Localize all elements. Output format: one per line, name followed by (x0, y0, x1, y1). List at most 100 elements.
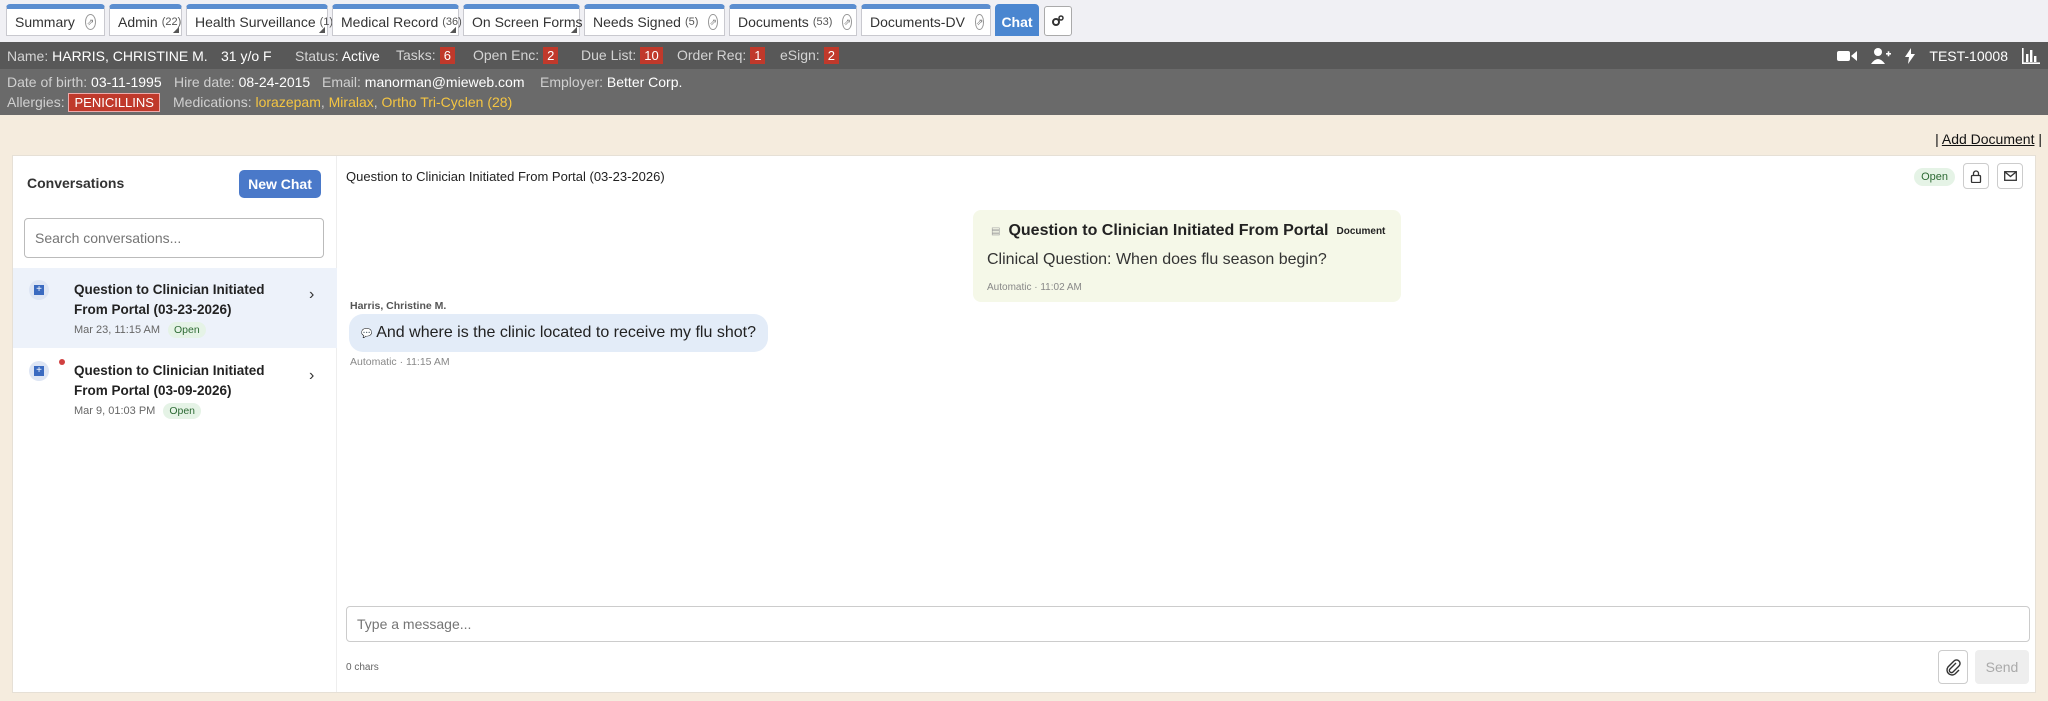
conversation-name: Question to Clinician Initiated From Por… (74, 282, 265, 317)
tab-documents[interactable]: Documents (53) ⇗ (729, 4, 857, 36)
message-sender: Harris, Christine M. (350, 300, 447, 312)
conversation-meta: Mar 23, 11:15 AM Open (74, 322, 206, 338)
envelope-icon (2003, 171, 2017, 181)
message-meta: Automatic · 11:15 AM (350, 356, 450, 368)
chat-status-badge: Open (1914, 168, 1955, 186)
patient-status: Status: Active (295, 47, 380, 64)
dropdown-corner-icon: ◢ (570, 25, 577, 34)
hire-date: Hire date: 08-24-2015 (174, 74, 311, 90)
add-document-link[interactable]: Add Document (1942, 131, 2035, 147)
banner-actions: TEST-10008 (1837, 42, 2048, 69)
tab-label: Admin (118, 14, 158, 30)
conversation-meta: Mar 9, 01:03 PM Open (74, 403, 202, 419)
patient-details: Date of birth: 03-11-1995 Hire date: 08-… (0, 69, 2048, 115)
add-document-bar: | Add Document | (1935, 131, 2042, 147)
document-header: ▤ Question to Clinician Initiated From P… (991, 222, 1385, 240)
order-req-count[interactable]: Order Req: 1 (677, 47, 766, 64)
conversation-name: Question to Clinician Initiated From Por… (74, 363, 265, 398)
tab-count: (53) (812, 16, 833, 28)
document-body: Clinical Question: When does flu season … (987, 251, 1327, 268)
lock-button[interactable] (1963, 163, 1989, 189)
conversation-item[interactable]: + Question to Clinician Initiated From P… (13, 268, 337, 348)
conversation-time: Mar 23, 11:15 AM (74, 324, 161, 336)
tab-chat[interactable]: Chat (995, 4, 1039, 36)
patient-age-sex: 31 y/o F (221, 47, 272, 64)
tab-medical-record[interactable]: Medical Record (36) ◢ (332, 4, 462, 36)
status-badge: Open (168, 322, 206, 338)
tab-label: Summary (15, 14, 75, 30)
document-icon: ▤ (991, 225, 1001, 237)
tab-settings[interactable] (1044, 6, 1072, 36)
tab-label: Documents (738, 14, 809, 30)
char-counter: 0 chars (346, 662, 379, 673)
chevron-right-icon: › (309, 286, 315, 303)
popout-icon[interactable]: ⇗ (84, 14, 96, 30)
chart-icon[interactable] (2022, 47, 2040, 64)
message-text: And where is the clinic located to recei… (376, 324, 756, 341)
open-enc-count[interactable]: Open Enc: 2 (473, 47, 559, 64)
conversations-title: Conversations (27, 175, 125, 191)
tab-admin[interactable]: Admin (22) ◢ (109, 4, 182, 36)
allergy-badge[interactable]: PENICILLINS (68, 93, 160, 112)
conversations-sidebar: Conversations New Chat + Question to Cli… (13, 156, 337, 692)
popout-icon[interactable]: ⇗ (708, 14, 718, 30)
tab-summary[interactable]: Summary ⇗ (6, 4, 105, 36)
medical-plus-icon: + (29, 361, 49, 381)
tab-needs-signed[interactable]: Needs Signed (5) ⇗ (584, 4, 725, 36)
chat-title: Question to Clinician Initiated From Por… (346, 169, 665, 184)
document-message[interactable]: ▤ Question to Clinician Initiated From P… (973, 210, 1401, 302)
employer: Employer: Better Corp. (540, 74, 683, 90)
tab-on-screen-forms[interactable]: On Screen Forms ◢ (463, 4, 583, 36)
status-badge: Open (163, 403, 202, 419)
medication-link[interactable]: Ortho Tri-Cyclen (28) (382, 94, 513, 110)
tab-count: (5) (684, 16, 699, 28)
esign-count[interactable]: eSign: 2 (780, 47, 839, 64)
document-title: Question to Clinician Initiated From Por… (1008, 222, 1329, 239)
unread-dot (59, 359, 65, 365)
email: Email: manorman@mieweb.com (322, 74, 525, 90)
conversation-item[interactable]: + Question to Clinician Initiated From P… (13, 349, 337, 429)
message-bubble: 💬 And where is the clinic located to rec… (349, 314, 768, 352)
medical-plus-icon: + (29, 280, 49, 300)
tab-bar: Summary ⇗ Admin (22) ◢ Health Surveillan… (0, 0, 2048, 42)
allergies: Allergies: PENICILLINS (7, 93, 160, 112)
chevron-right-icon: › (309, 367, 315, 384)
attach-button[interactable] (1938, 650, 1968, 684)
tab-label: Chat (1001, 14, 1033, 30)
document-tag: Document (1336, 225, 1386, 237)
patient-name: Name: HARRIS, CHRISTINE M. (7, 47, 208, 64)
lock-icon (1970, 169, 1982, 183)
tab-documents-dv[interactable]: Documents-DV ⇗ (861, 4, 991, 36)
email-button[interactable] (1997, 163, 2023, 189)
dropdown-corner-icon: ◢ (318, 25, 325, 34)
chat-bubble-icon: 💬 (361, 327, 373, 338)
popout-icon[interactable]: ⇗ (842, 14, 852, 30)
patient-id: TEST-10008 (1929, 47, 2008, 64)
patient-banner: Name: HARRIS, CHRISTINE M. 31 y/o F Stat… (0, 42, 2048, 69)
bolt-icon[interactable] (1905, 47, 1916, 64)
tasks-count[interactable]: Tasks: 6 (396, 47, 455, 64)
chat-panel: Conversations New Chat + Question to Cli… (12, 155, 2036, 693)
dropdown-corner-icon: ◢ (172, 25, 179, 34)
conversation-time: Mar 9, 01:03 PM (74, 405, 156, 417)
send-button[interactable]: Send (1975, 650, 2029, 684)
tab-label: Medical Record (341, 14, 439, 30)
message-input[interactable] (346, 606, 2030, 642)
tab-label: On Screen Forms (472, 14, 583, 30)
medication-link[interactable]: lorazepam (255, 94, 320, 110)
date-of-birth: Date of birth: 03-11-1995 (7, 74, 162, 90)
medication-link[interactable]: Miralax (329, 94, 374, 110)
tab-label: Needs Signed (593, 14, 681, 30)
tab-label: Health Surveillance (195, 14, 316, 30)
popout-icon[interactable]: ⇗ (974, 14, 985, 30)
medications: Medications: lorazepam, Miralax, Ortho T… (173, 94, 513, 110)
add-user-icon[interactable] (1871, 47, 1892, 64)
search-conversations-input[interactable] (24, 218, 324, 258)
gears-icon (1052, 15, 1064, 26)
video-icon[interactable] (1837, 49, 1858, 63)
tab-label: Documents-DV (870, 14, 965, 30)
new-chat-button[interactable]: New Chat (239, 170, 321, 198)
tab-health-surveillance[interactable]: Health Surveillance (1) ◢ (186, 4, 333, 36)
document-meta: Automatic · 11:02 AM (987, 282, 1082, 293)
due-list-count[interactable]: Due List: 10 (581, 47, 663, 64)
